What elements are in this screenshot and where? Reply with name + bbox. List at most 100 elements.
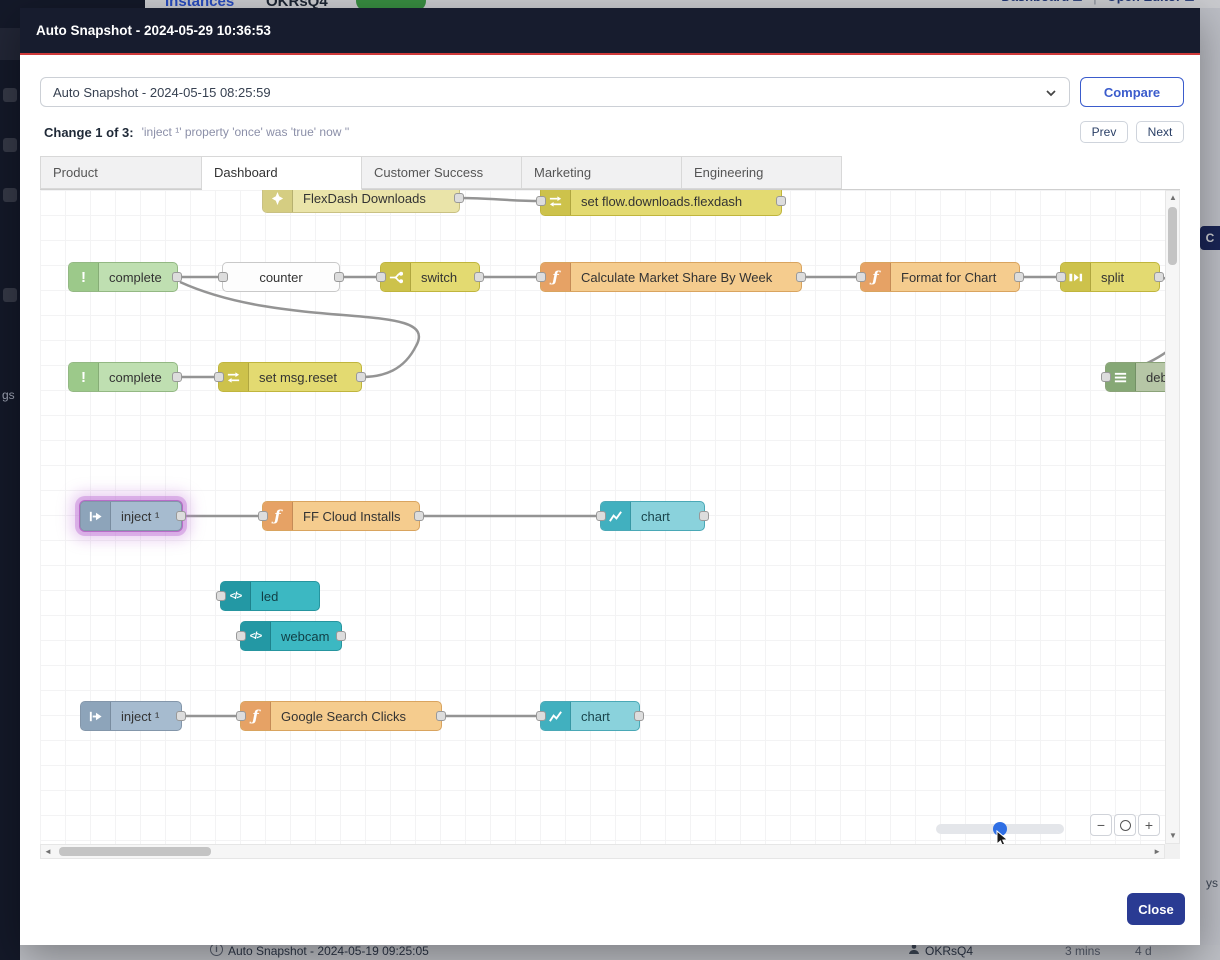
zoom-in-button[interactable]: + [1138, 814, 1160, 836]
flow-canvas[interactable]: FlexDash Downloads set flow.downloads.fl… [40, 190, 1165, 844]
dialog-title: Auto Snapshot - 2024-05-29 10:36:53 [36, 23, 271, 38]
tab-dashboard[interactable]: Dashboard [202, 156, 362, 190]
input-port [218, 272, 228, 282]
horizontal-scroll-thumb[interactable] [59, 847, 211, 856]
change-detail: 'inject ¹' property 'once' was 'true' no… [142, 125, 350, 139]
node-label: set flow.downloads.flexdash [571, 194, 752, 209]
input-port [1056, 272, 1066, 282]
inject-icon [81, 502, 111, 530]
input-port [376, 272, 386, 282]
vertical-scrollbar[interactable]: ▲ ▼ [1165, 190, 1180, 844]
tab-engineering[interactable]: Engineering [682, 156, 842, 189]
node-label: switch [411, 270, 467, 285]
node-debug[interactable]: debug [1105, 362, 1165, 392]
node-set-flow-downloads[interactable]: set flow.downloads.flexdash [540, 190, 782, 216]
wire [460, 198, 540, 201]
zoom-reset-button[interactable] [1114, 814, 1136, 836]
node-label: counter [223, 270, 339, 285]
node-flexdash-downloads[interactable]: FlexDash Downloads [262, 190, 460, 213]
output-port [634, 711, 644, 721]
node-label: debug [1136, 370, 1165, 385]
input-port [536, 711, 546, 721]
tab-customer-success[interactable]: Customer Success [362, 156, 522, 189]
input-port [236, 711, 246, 721]
output-port [334, 272, 344, 282]
node-google-search-clicks[interactable]: ƒ Google Search Clicks [240, 701, 442, 731]
scroll-right-icon[interactable]: ► [1153, 848, 1161, 856]
output-port [1154, 272, 1164, 282]
scroll-left-icon[interactable]: ◄ [44, 848, 52, 856]
output-port [176, 511, 186, 521]
horizontal-scrollbar[interactable]: ◄ ► [40, 844, 1165, 859]
node-label: split [1091, 270, 1134, 285]
node-ff-cloud-installs[interactable]: ƒ FF Cloud Installs [262, 501, 420, 531]
node-label: FlexDash Downloads [293, 191, 436, 206]
node-set-msg-reset[interactable]: set msg.reset [218, 362, 362, 392]
exclamation-icon: ! [69, 263, 99, 291]
scrollbar-corner [1165, 844, 1180, 859]
node-label: chart [571, 709, 620, 724]
input-port [236, 631, 246, 641]
snapshot-select[interactable]: Auto Snapshot - 2024-05-15 08:25:59 [40, 77, 1070, 107]
node-label: Google Search Clicks [271, 709, 416, 724]
compare-button[interactable]: Compare [1080, 77, 1184, 107]
node-label: FF Cloud Installs [293, 509, 411, 524]
node-chart[interactable]: chart [540, 701, 640, 731]
scroll-up-icon[interactable]: ▲ [1169, 194, 1177, 202]
output-port [699, 511, 709, 521]
node-label: complete [99, 270, 172, 285]
dialog-header: Auto Snapshot - 2024-05-29 10:36:53 [20, 8, 1200, 55]
node-calculate-market-share[interactable]: ƒ Calculate Market Share By Week [540, 262, 802, 292]
node-label: complete [99, 370, 172, 385]
node-complete[interactable]: ! complete [68, 262, 178, 292]
input-port [258, 511, 268, 521]
node-label: Calculate Market Share By Week [571, 270, 782, 285]
node-label: led [251, 589, 288, 604]
input-port [856, 272, 866, 282]
snapshot-select-value: Auto Snapshot - 2024-05-15 08:25:59 [53, 85, 271, 100]
node-counter[interactable]: counter [222, 262, 340, 292]
prev-button[interactable]: Prev [1080, 121, 1128, 143]
flow-tabs: Product Dashboard Customer Success Marke… [40, 156, 1180, 189]
node-inject-selected[interactable]: inject ¹ [80, 501, 182, 531]
input-port [596, 511, 606, 521]
output-port [474, 272, 484, 282]
node-split[interactable]: split [1060, 262, 1160, 292]
output-port [336, 631, 346, 641]
close-button[interactable]: Close [1127, 893, 1185, 925]
node-switch[interactable]: switch [380, 262, 480, 292]
chevron-down-icon [1045, 87, 1057, 102]
node-inject[interactable]: inject ¹ [80, 701, 182, 731]
next-button[interactable]: Next [1136, 121, 1184, 143]
node-chart[interactable]: chart [600, 501, 705, 531]
input-port [536, 196, 546, 206]
input-port [1101, 372, 1111, 382]
output-port [176, 711, 186, 721]
output-port [356, 372, 366, 382]
node-label: inject ¹ [111, 709, 169, 724]
node-webcam[interactable]: </> webcam [240, 621, 342, 651]
output-port [172, 272, 182, 282]
output-port [172, 372, 182, 382]
snapshot-dialog: Auto Snapshot - 2024-05-29 10:36:53 Auto… [20, 8, 1200, 945]
zoom-reset-icon [1120, 820, 1131, 831]
node-label: set msg.reset [249, 370, 347, 385]
star-icon [263, 190, 293, 212]
node-label: inject ¹ [111, 509, 169, 524]
node-label: webcam [271, 629, 339, 644]
tab-marketing[interactable]: Marketing [522, 156, 682, 189]
output-port [776, 196, 786, 206]
zoom-out-button[interactable]: − [1090, 814, 1112, 836]
output-port [796, 272, 806, 282]
node-label: Format for Chart [891, 270, 1006, 285]
scroll-down-icon[interactable]: ▼ [1169, 832, 1177, 840]
input-port [216, 591, 226, 601]
vertical-scroll-thumb[interactable] [1168, 207, 1177, 265]
node-complete[interactable]: ! complete [68, 362, 178, 392]
dialog-footer: Close [20, 858, 1200, 945]
exclamation-icon: ! [69, 363, 99, 391]
tab-product[interactable]: Product [40, 156, 202, 189]
inject-icon [81, 702, 111, 730]
node-led[interactable]: </> led [220, 581, 320, 611]
node-format-for-chart[interactable]: ƒ Format for Chart [860, 262, 1020, 292]
